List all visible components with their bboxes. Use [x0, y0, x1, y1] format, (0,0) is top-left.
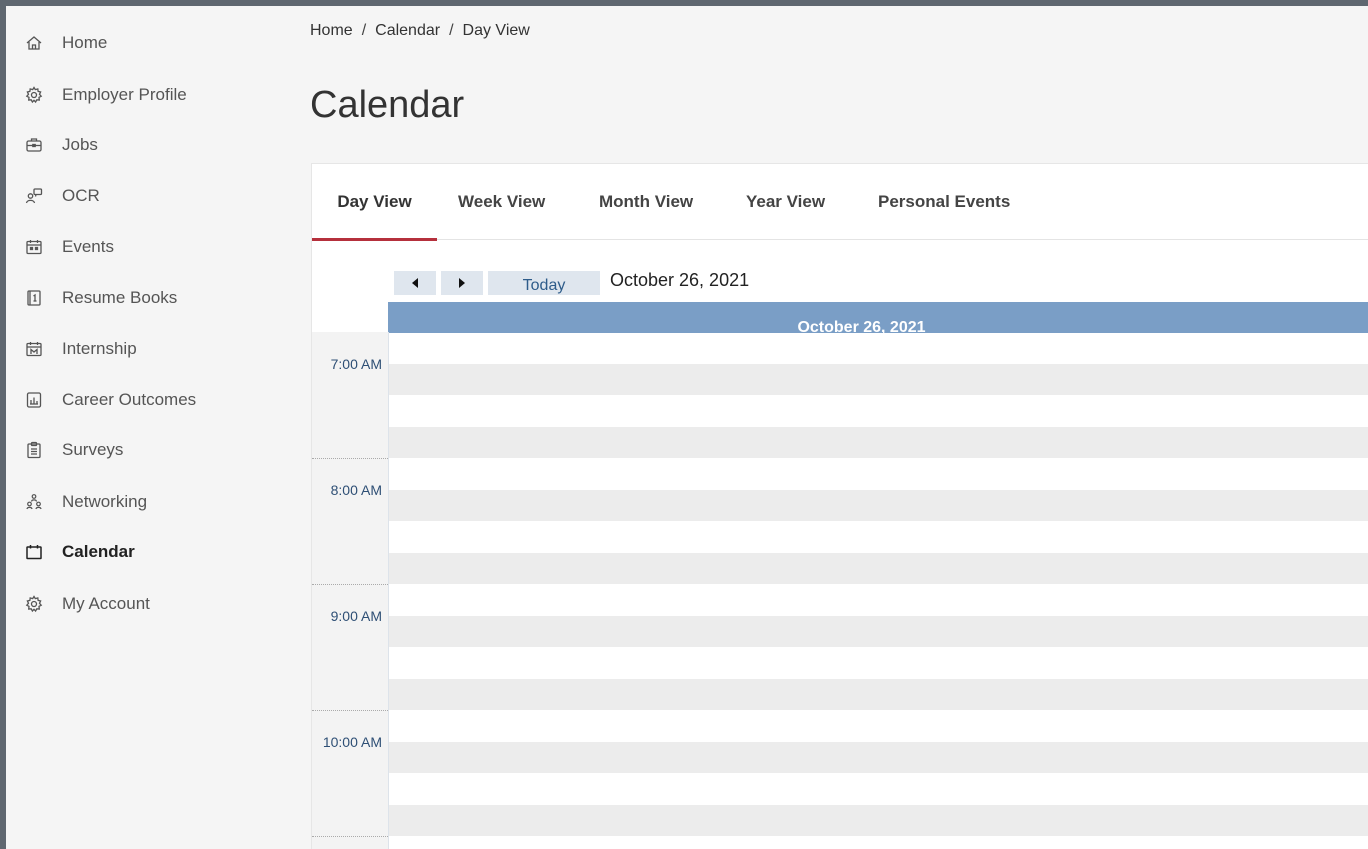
tab-week-view[interactable]: Week View — [458, 164, 545, 240]
view-tabs: Day View Week View Month View Year View … — [312, 164, 1368, 241]
time-slot[interactable] — [389, 489, 1368, 521]
breadcrumb-separator: / — [361, 22, 367, 39]
breadcrumb-current: Day View — [462, 22, 530, 39]
sidebar-item-calendar[interactable]: Calendar — [24, 537, 135, 567]
breadcrumb-home[interactable]: Home — [310, 22, 353, 40]
hour-divider — [312, 710, 388, 711]
breadcrumb: Home / Calendar / Day View — [310, 22, 530, 40]
time-slot[interactable] — [389, 426, 1368, 458]
tab-month-view[interactable]: Month View — [599, 164, 693, 240]
hour-label: 10:00 AM — [322, 734, 382, 750]
hour-label: 7:00 AM — [330, 356, 382, 372]
resume-book-icon — [24, 288, 44, 308]
time-slot[interactable] — [389, 363, 1368, 395]
today-button[interactable]: Today — [488, 271, 600, 295]
sidebar-item-label: Home — [62, 33, 108, 52]
triangle-left-icon — [412, 278, 418, 288]
chart-doc-icon — [24, 390, 44, 410]
time-slot[interactable] — [389, 678, 1368, 710]
next-day-button[interactable] — [441, 271, 483, 295]
briefcase-icon — [24, 135, 44, 155]
hour-divider — [312, 584, 388, 585]
sidebar-item-label: Resume Books — [62, 288, 178, 307]
ocr-icon — [24, 186, 44, 206]
sidebar-item-ocr[interactable]: OCR — [24, 181, 100, 211]
calendar-panel: Day View Week View Month View Year View … — [311, 163, 1368, 849]
time-slot[interactable] — [389, 710, 1368, 742]
tab-day-view[interactable]: Day View — [312, 164, 437, 241]
sidebar: Home Employer Profile Jobs OCR Events Re… — [6, 6, 306, 849]
gear-icon — [24, 85, 44, 105]
hour-label: 8:00 AM — [330, 482, 382, 498]
current-date-label: October 26, 2021 — [610, 270, 750, 290]
time-slot[interactable] — [389, 584, 1368, 616]
sidebar-item-career-outcomes[interactable]: Career Outcomes — [24, 385, 196, 415]
sidebar-item-home[interactable]: Home — [24, 28, 107, 58]
sidebar-item-label: Calendar — [62, 542, 135, 561]
sidebar-item-networking[interactable]: Networking — [24, 487, 147, 517]
home-icon — [24, 33, 44, 53]
sidebar-item-label: Career Outcomes — [62, 390, 197, 409]
breadcrumb-separator: / — [449, 22, 454, 39]
hour-divider — [312, 836, 388, 837]
triangle-right-icon — [459, 278, 465, 288]
page-title: Calendar — [310, 84, 465, 126]
sidebar-item-label: Employer Profile — [62, 85, 187, 104]
time-slot[interactable] — [389, 521, 1368, 553]
sidebar-item-my-account[interactable]: My Account — [24, 589, 150, 619]
hour-label: 9:00 AM — [330, 608, 382, 624]
time-slot[interactable] — [389, 395, 1368, 427]
day-time-grid[interactable] — [389, 332, 1368, 849]
prev-day-button[interactable] — [394, 271, 436, 295]
sidebar-item-label: Events — [62, 237, 114, 256]
time-slot[interactable] — [389, 804, 1368, 836]
sidebar-item-internship[interactable]: Internship — [24, 334, 137, 364]
sidebar-item-resume-books[interactable]: Resume Books — [24, 283, 177, 313]
time-slot[interactable] — [389, 615, 1368, 647]
internship-icon — [24, 339, 44, 359]
app-frame: Home Employer Profile Jobs OCR Events Re… — [6, 6, 1368, 849]
sidebar-item-label: Surveys — [62, 440, 124, 459]
sidebar-item-label: Jobs — [62, 135, 98, 154]
time-slot[interactable] — [389, 332, 1368, 364]
time-slot[interactable] — [389, 458, 1368, 490]
gear-icon — [24, 594, 44, 614]
day-header-label: October 26, 2021 — [797, 319, 926, 333]
sidebar-item-label: Internship — [62, 339, 137, 358]
sidebar-item-events[interactable]: Events — [24, 232, 114, 262]
breadcrumb-calendar[interactable]: Calendar — [375, 22, 440, 40]
calendar-icon — [24, 542, 44, 562]
time-gutter: 7:00 AM 8:00 AM 9:00 AM 10:00 AM — [312, 332, 389, 849]
tab-year-view[interactable]: Year View — [746, 164, 825, 240]
events-calendar-icon — [24, 237, 44, 257]
time-slot[interactable] — [389, 836, 1368, 849]
people-network-icon — [24, 492, 44, 512]
hour-divider — [312, 458, 388, 459]
sidebar-item-surveys[interactable]: Surveys — [24, 435, 123, 465]
sidebar-item-employer-profile[interactable]: Employer Profile — [24, 80, 187, 110]
day-column-header: October 26, 2021 — [388, 302, 1368, 333]
time-slot[interactable] — [389, 647, 1368, 679]
sidebar-item-label: Networking — [62, 492, 148, 511]
clipboard-icon — [24, 440, 44, 460]
time-slot[interactable] — [389, 773, 1368, 805]
sidebar-item-label: OCR — [62, 186, 100, 205]
sidebar-item-jobs[interactable]: Jobs — [24, 130, 98, 160]
time-slot[interactable] — [389, 741, 1368, 773]
time-slot[interactable] — [389, 552, 1368, 584]
sidebar-item-label: My Account — [62, 594, 150, 613]
tab-personal-events[interactable]: Personal Events — [878, 164, 1010, 240]
